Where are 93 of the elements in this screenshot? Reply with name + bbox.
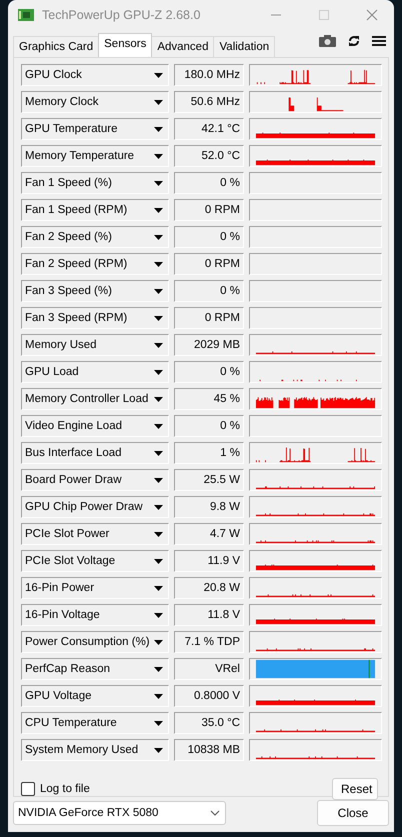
sensor-value: 0 RPM [174, 307, 244, 329]
sensor-dropdown[interactable]: Video Engine Load [21, 415, 169, 437]
chevron-icon [210, 810, 220, 816]
sensor-value: 0 % [174, 280, 244, 302]
device-dropdown[interactable]: NVIDIA GeForce RTX 5080 [13, 801, 226, 825]
sensor-value: 50.6 MHz [174, 91, 244, 113]
caret-icon [154, 694, 163, 698]
sensor-dropdown[interactable]: GPU Voltage [21, 685, 169, 707]
app-icon [18, 9, 34, 21]
sensor-dropdown[interactable]: CPU Temperature [21, 712, 169, 734]
checkbox[interactable] [21, 782, 35, 796]
tab[interactable]: Graphics Card [13, 36, 100, 57]
close-button[interactable]: Close [317, 800, 389, 826]
sensor-dropdown[interactable]: Fan 3 Speed (RPM) [21, 307, 169, 329]
sensor-value: 0 RPM [174, 253, 244, 275]
sensor-dropdown[interactable]: Fan 3 Speed (%) [21, 280, 169, 302]
caret-icon [154, 504, 163, 510]
sensor-dropdown[interactable]: PCIe Slot Voltage [21, 550, 169, 572]
caret-icon [154, 450, 163, 456]
camera-icon[interactable] [319, 35, 336, 47]
sensor-value: 11.8 V [174, 604, 244, 626]
reset-button[interactable]: Reset [332, 778, 378, 800]
caret-icon [154, 154, 163, 158]
sensor-dropdown[interactable]: Power Consumption (%) [21, 631, 169, 653]
caret-icon [154, 666, 163, 672]
sensor-dropdown[interactable]: Memory Used [21, 334, 169, 356]
sensor-value: 1 % [174, 442, 244, 464]
sensor-value: 0.8000 V [174, 685, 244, 707]
caret-icon [154, 370, 163, 374]
tab[interactable]: Sensors [98, 33, 152, 57]
sensor-value: 0 % [174, 226, 244, 248]
caret-icon [154, 720, 163, 726]
checkbox-label: Log to file [40, 783, 90, 795]
caret-icon [154, 234, 163, 240]
sensor-dropdown[interactable]: Bus Interface Load [21, 442, 169, 464]
caret-icon [154, 180, 163, 186]
caret-icon [154, 640, 163, 644]
close-icon[interactable] [366, 9, 378, 21]
caret-icon [154, 100, 163, 104]
sensor-dropdown[interactable]: 16-Pin Power [21, 577, 169, 599]
window-title: TechPowerUp GPU-Z 2.68.0 [42, 8, 200, 22]
menu-icon[interactable] [372, 35, 386, 47]
caret-icon [154, 396, 163, 402]
sensor-value: 0 % [174, 415, 244, 437]
sensor-value: 20.8 W [174, 577, 244, 599]
caret-icon [154, 532, 163, 536]
caret-icon [154, 342, 163, 348]
caret-icon [154, 612, 163, 618]
sensor-dropdown[interactable]: Memory Controller Load [21, 388, 169, 410]
sensor-dropdown[interactable]: Fan 2 Speed (RPM) [21, 253, 169, 275]
sensor-value: 0 % [174, 172, 244, 194]
sensor-dropdown[interactable]: Memory Clock [21, 91, 169, 113]
sensor-dropdown[interactable]: Fan 2 Speed (%) [21, 226, 169, 248]
sensor-value: 45 % [174, 388, 244, 410]
sensor-value: 7.1 % TDP [174, 631, 244, 653]
sensor-value: 42.1 °C [174, 118, 244, 140]
sensor-value: 9.8 W [174, 496, 244, 518]
caret-icon [154, 478, 163, 482]
sensor-dropdown[interactable]: PerfCap Reason [21, 658, 169, 680]
sensor-dropdown[interactable]: GPU Temperature [21, 118, 169, 140]
sensor-dropdown[interactable]: Memory Temperature [21, 145, 169, 167]
sensor-value: 35.0 °C [174, 712, 244, 734]
caret-icon [154, 288, 163, 294]
caret-icon [154, 748, 163, 752]
caret-icon [154, 316, 163, 320]
sensor-value: 180.0 MHz [174, 64, 244, 86]
caret-icon [154, 208, 163, 212]
sensor-value: 4.7 W [174, 523, 244, 545]
tab[interactable]: Validation [213, 36, 276, 57]
sensor-value: 11.9 V [174, 550, 244, 572]
caret-icon [154, 558, 163, 564]
sensor-value: 52.0 °C [174, 145, 244, 167]
caret-icon [154, 262, 163, 266]
sensor-dropdown[interactable]: GPU Chip Power Draw [21, 496, 169, 518]
sensor-dropdown[interactable]: GPU Clock [21, 64, 169, 86]
sensor-value: VRel [174, 658, 244, 680]
caret-icon [154, 586, 163, 590]
sensor-value: 0 % [174, 361, 244, 383]
sensor-dropdown[interactable]: PCIe Slot Power [21, 523, 169, 545]
caret-icon [154, 72, 163, 78]
caret-icon [154, 424, 163, 428]
sensor-value: 10838 MB [174, 739, 244, 761]
sensor-dropdown[interactable]: GPU Load [21, 361, 169, 383]
sensor-value: 2029 MB [174, 334, 244, 356]
sensor-value: 25.5 W [174, 469, 244, 491]
refresh-icon[interactable] [348, 35, 360, 47]
sensor-dropdown[interactable]: Fan 1 Speed (%) [21, 172, 169, 194]
sensor-dropdown[interactable]: Fan 1 Speed (RPM) [21, 199, 169, 221]
sensor-value: 0 RPM [174, 199, 244, 221]
sensor-dropdown[interactable]: System Memory Used [21, 739, 169, 761]
sensor-dropdown[interactable]: Board Power Draw [21, 469, 169, 491]
caret-icon [154, 126, 163, 132]
sensor-dropdown[interactable]: 16-Pin Voltage [21, 604, 169, 626]
